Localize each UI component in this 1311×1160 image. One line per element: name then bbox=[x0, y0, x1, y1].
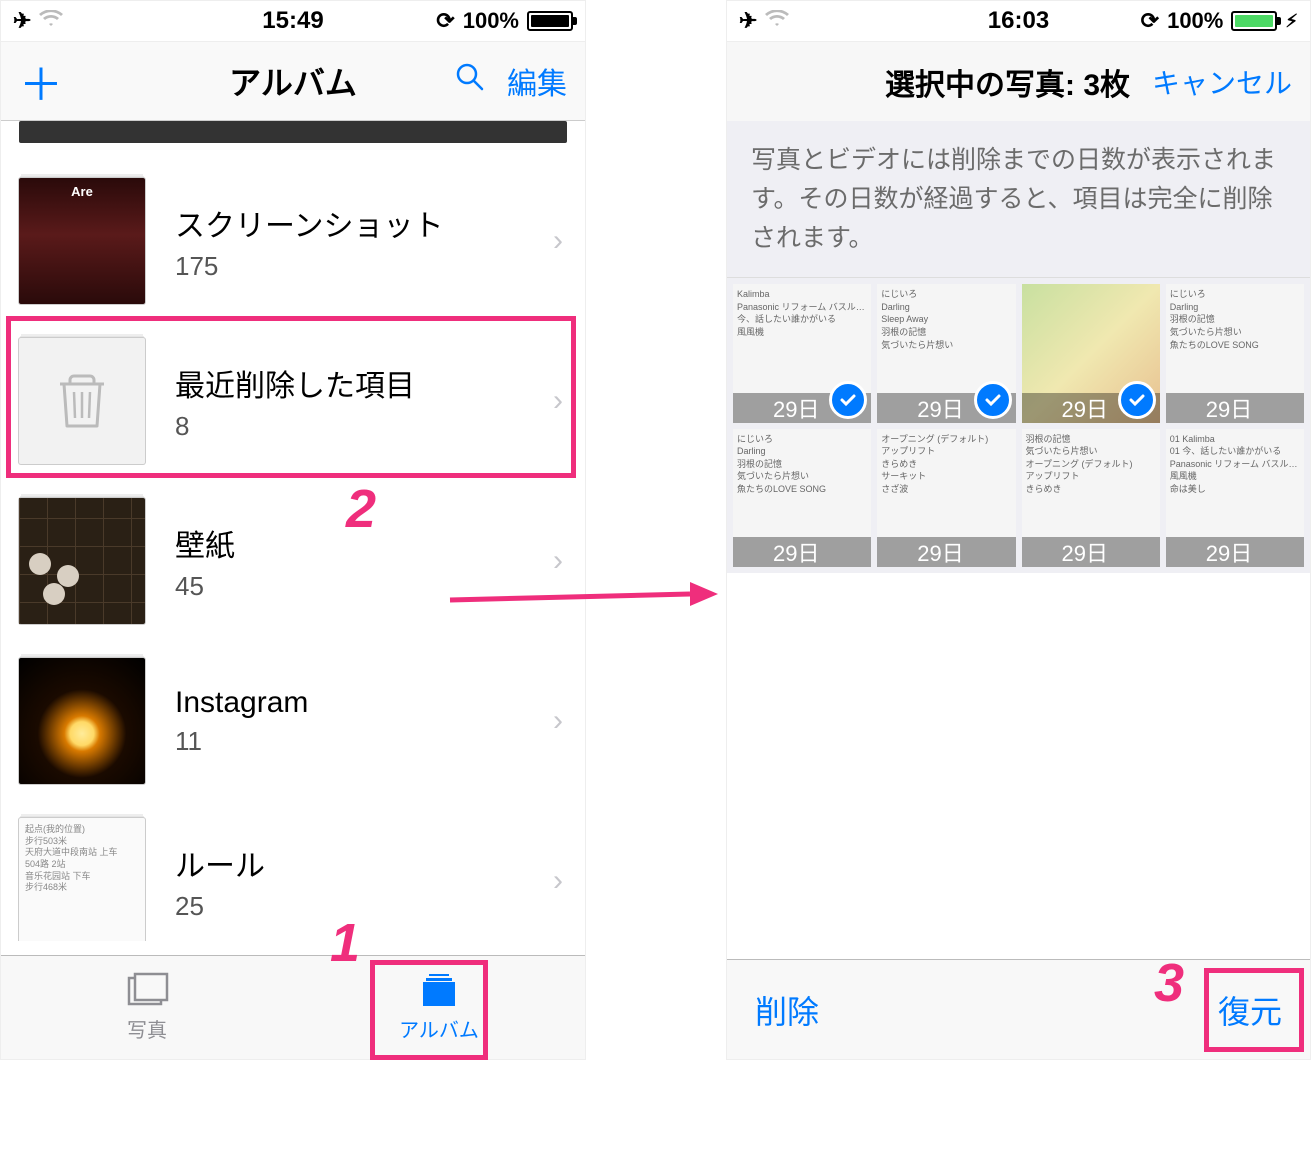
photo-cell[interactable]: オープニング (デフォルト)アップリフトきらめきサーキットさざ波29日 bbox=[877, 429, 1015, 567]
restore-button[interactable]: 復元 bbox=[1218, 987, 1282, 1033]
wifi-icon bbox=[765, 8, 789, 34]
album-thumb bbox=[19, 498, 145, 624]
airplane-icon: ✈︎ bbox=[13, 8, 31, 34]
album-name: スクリーンショット bbox=[175, 201, 567, 245]
status-bar: ✈︎ 15:49 ⟳ 100% bbox=[1, 1, 585, 41]
selected-check-icon bbox=[974, 381, 1012, 419]
album-row-instagram[interactable]: Instagram 11 › bbox=[1, 641, 585, 801]
photo-cell[interactable]: にじいろDarling羽根の記憶気づいたら片想い魚たちのLOVE SONG29日 bbox=[733, 429, 871, 567]
photo-cell[interactable]: 羽根の記憶気づいたら片想いオープニング (デフォルト)アップリフトきらめき29日 bbox=[1022, 429, 1160, 567]
chevron-right-icon: › bbox=[553, 864, 563, 898]
photo-grid: KalimbaPanasonic リフォーム バスル…今、話したい誰かがいる風風… bbox=[727, 278, 1310, 573]
cancel-button[interactable]: キャンセル bbox=[1152, 62, 1292, 102]
album-name: Instagram bbox=[175, 686, 567, 720]
battery-icon bbox=[1231, 11, 1277, 31]
nav-bar: ＋ アルバム 編集 bbox=[1, 41, 585, 121]
photo-cell[interactable]: にじいろDarling羽根の記憶気づいたら片想い魚たちのLOVE SONG29日 bbox=[1166, 284, 1304, 422]
photo-cell[interactable]: KalimbaPanasonic リフォーム バスル…今、話したい誰かがいる風風… bbox=[733, 284, 871, 422]
album-list: スクリーンショット 175 › 最近削除した項目 8 › 壁紙 bbox=[1, 121, 585, 941]
arrow-icon bbox=[440, 570, 720, 630]
days-label: 29日 bbox=[1022, 537, 1160, 567]
nav-bar: 選択中の写真: 3枚 キャンセル bbox=[727, 41, 1310, 121]
days-label: 29日 bbox=[733, 537, 871, 567]
info-banner: 写真とビデオには削除までの日数が表示されます。その日数が経過すると、項目は完全に… bbox=[727, 121, 1310, 278]
delete-button[interactable]: 削除 bbox=[755, 987, 819, 1033]
battery-percent: 100% bbox=[1167, 8, 1223, 34]
album-thumb bbox=[19, 178, 145, 304]
days-label: 29日 bbox=[1166, 537, 1304, 567]
battery-icon bbox=[527, 11, 573, 31]
lock-rotation-icon: ⟳ bbox=[1141, 8, 1159, 34]
photo-cell[interactable]: にじいろDarlingSleep Away羽根の記憶気づいたら片想い29日 bbox=[877, 284, 1015, 422]
lock-rotation-icon: ⟳ bbox=[436, 8, 454, 34]
charging-icon: ⚡︎ bbox=[1285, 11, 1298, 32]
days-label: 29日 bbox=[1166, 393, 1304, 423]
album-name: 壁紙 bbox=[175, 521, 567, 565]
tab-photos[interactable]: 写真 bbox=[1, 956, 293, 1059]
albums-screen: ✈︎ 15:49 ⟳ 100% ＋ アルバム 編集 bbox=[0, 0, 586, 1060]
chevron-right-icon: › bbox=[553, 704, 563, 738]
album-thumb: 起点(我的位置)步行503米天府大道中段南站 上车504路 2站音乐花园站 下车… bbox=[19, 818, 145, 941]
nav-title: 選択中の写真: 3枚 bbox=[885, 60, 1152, 104]
tab-label: 写真 bbox=[127, 1014, 167, 1043]
trash-icon bbox=[56, 372, 108, 430]
album-thumb bbox=[19, 658, 145, 784]
days-label: 29日 bbox=[877, 537, 1015, 567]
wifi-icon bbox=[39, 8, 63, 34]
album-name: 最近削除した項目 bbox=[175, 361, 567, 405]
tab-bar: 写真 アルバム bbox=[1, 955, 585, 1059]
photo-cell[interactable]: 01 Kalimba01 今、話したい誰かがいるPanasonic リフォーム … bbox=[1166, 429, 1304, 567]
tab-label: アルバム bbox=[399, 1014, 479, 1043]
photo-cell[interactable]: 29日 bbox=[1022, 284, 1160, 422]
recently-deleted-screen: ✈︎ 16:03 ⟳ 100% ⚡︎ 選択中の写真: 3枚 キャンセル 写真とビ… bbox=[726, 0, 1311, 1060]
chevron-right-icon: › bbox=[553, 384, 563, 418]
album-row-recently-deleted[interactable]: 最近削除した項目 8 › bbox=[1, 321, 585, 481]
edit-button[interactable]: 編集 bbox=[507, 59, 567, 103]
album-name: ルール bbox=[175, 841, 567, 885]
album-count: 11 bbox=[175, 726, 567, 757]
album-thumb bbox=[19, 338, 145, 464]
search-icon[interactable] bbox=[455, 62, 485, 100]
toolbar: 削除 復元 bbox=[727, 959, 1310, 1059]
chevron-right-icon: › bbox=[553, 224, 563, 258]
album-count: 25 bbox=[175, 891, 567, 922]
selected-check-icon bbox=[829, 381, 867, 419]
status-bar: ✈︎ 16:03 ⟳ 100% ⚡︎ bbox=[727, 1, 1310, 41]
album-row-partial bbox=[19, 121, 567, 143]
album-row-rules[interactable]: 起点(我的位置)步行503米天府大道中段南站 上车504路 2站音乐花园站 下车… bbox=[1, 801, 585, 941]
album-count: 175 bbox=[175, 251, 567, 282]
battery-percent: 100% bbox=[463, 8, 519, 34]
tab-albums[interactable]: アルバム bbox=[293, 956, 585, 1059]
selected-check-icon bbox=[1118, 381, 1156, 419]
album-row-screenshots[interactable]: スクリーンショット 175 › bbox=[1, 161, 585, 321]
airplane-icon: ✈︎ bbox=[739, 8, 757, 34]
add-button[interactable]: ＋ bbox=[19, 49, 63, 113]
album-count: 8 bbox=[175, 411, 567, 442]
